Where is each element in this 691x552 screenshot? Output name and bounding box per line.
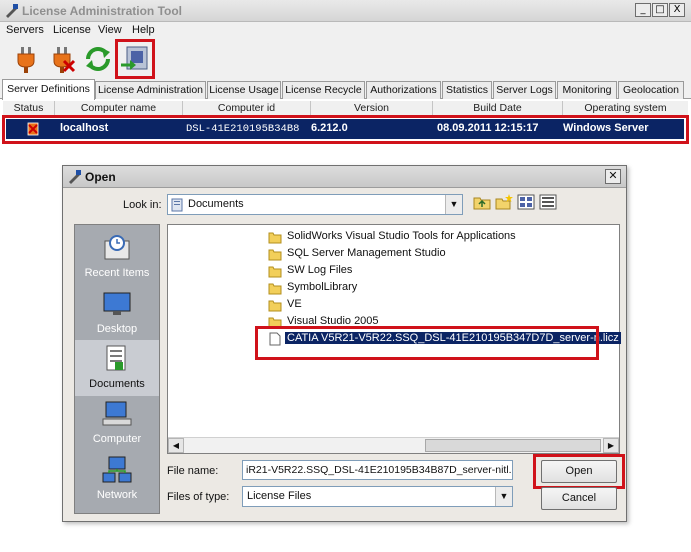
folder-icon <box>268 283 282 295</box>
cell-computer-id: DSL-41E210195B34B8 <box>186 123 300 135</box>
maximize-button[interactable]: □ <box>652 3 668 17</box>
app-icon <box>69 170 81 184</box>
network-icon <box>102 456 132 483</box>
minimize-button[interactable]: _ <box>635 3 651 17</box>
folder-icon <box>268 300 282 312</box>
place-label: Computer <box>92 433 142 445</box>
dialog-close-button[interactable]: ✕ <box>605 169 621 184</box>
tab-geolocation[interactable]: Geolocation <box>618 81 684 99</box>
menu-help[interactable]: Help <box>132 24 155 36</box>
horizontal-scrollbar[interactable]: ◀ ▶ <box>168 437 619 453</box>
column-status[interactable]: Status <box>3 101 55 117</box>
scroll-right-icon[interactable]: ▶ <box>603 438 619 453</box>
main-title-bar: License Administration Tool _ □ X <box>0 0 691 22</box>
open-dialog: Open ✕ Look in: Documents ▼ Recent Items… <box>62 165 627 522</box>
files-of-type-label: Files of type: <box>167 491 230 503</box>
file-name: SymbolLibrary <box>287 281 358 293</box>
column-computer-id[interactable]: Computer id <box>183 101 311 117</box>
view-menu-icon[interactable] <box>517 193 535 211</box>
plug-disconnect-icon[interactable] <box>46 43 78 75</box>
place-desktop[interactable]: Desktop <box>75 285 159 341</box>
menu-license[interactable]: License <box>53 24 91 36</box>
column-computer-name[interactable]: Computer name <box>55 101 183 117</box>
documents-folder-icon <box>171 198 183 212</box>
tab-strip: Server Definitions License Administratio… <box>0 79 691 100</box>
open-button[interactable]: Open <box>541 460 617 483</box>
column-version[interactable]: Version <box>311 101 433 117</box>
tab-license-usage[interactable]: License Usage <box>207 81 281 99</box>
up-folder-icon[interactable] <box>473 193 491 211</box>
folder-icon <box>268 317 282 329</box>
files-of-type-value: License Files <box>247 490 312 502</box>
menu-servers[interactable]: Servers <box>6 24 44 36</box>
close-button[interactable]: X <box>669 3 685 17</box>
app-title: License Administration Tool <box>22 4 183 18</box>
column-operating-system[interactable]: Operating system <box>563 101 688 117</box>
toolbar <box>0 39 691 79</box>
place-documents[interactable]: Documents <box>75 340 159 396</box>
folder-icon <box>268 232 282 244</box>
dialog-title: Open <box>85 170 116 184</box>
new-folder-icon[interactable] <box>495 193 513 211</box>
tab-statistics[interactable]: Statistics <box>442 81 492 99</box>
window-controls: _ □ X <box>635 3 685 17</box>
files-of-type-dropdown[interactable]: License Files ▼ <box>242 486 513 507</box>
look-in-value: Documents <box>188 198 244 210</box>
file-name: SW Log Files <box>287 264 353 276</box>
tab-license-administration[interactable]: License Administration <box>95 81 206 99</box>
app-icon <box>6 4 18 18</box>
desktop-icon <box>103 292 131 315</box>
file-name: VE <box>287 298 302 310</box>
tab-server-definitions[interactable]: Server Definitions <box>2 79 95 100</box>
tab-license-recycle[interactable]: License Recycle <box>282 81 365 99</box>
scroll-thumb[interactable] <box>425 439 601 452</box>
place-recent-items[interactable]: Recent Items <box>75 229 159 285</box>
cancel-button[interactable]: Cancel <box>541 487 617 510</box>
place-network[interactable]: Network <box>75 451 159 507</box>
place-label: Desktop <box>96 323 138 335</box>
server-status-icon <box>27 122 39 136</box>
place-label: Recent Items <box>84 267 150 279</box>
file-name-label: File name: <box>167 465 219 477</box>
file-name: SolidWorks Visual Studio Tools for Appli… <box>287 230 516 242</box>
places-bar: Recent Items Desktop Documents Computer … <box>74 224 160 514</box>
grid-header: Status Computer name Computer id Version… <box>3 101 688 117</box>
folder-icon <box>268 249 282 261</box>
cell-version: 6.212.0 <box>311 122 348 134</box>
file-name: Visual Studio 2005 <box>287 315 379 327</box>
file-name-field[interactable]: iR21-V5R22.SSQ_DSL-41E210195B34B87D_serv… <box>242 460 513 480</box>
menu-bar: Servers License View Help <box>0 22 691 39</box>
look-in-dropdown[interactable]: Documents ▼ <box>167 194 463 215</box>
place-label: Network <box>96 489 138 501</box>
chevron-down-icon[interactable]: ▼ <box>495 487 512 506</box>
place-computer[interactable]: Computer <box>75 395 159 451</box>
import-license-icon[interactable] <box>118 43 150 75</box>
documents-icon <box>106 345 126 371</box>
menu-view[interactable]: View <box>98 24 122 36</box>
look-in-label: Look in: <box>123 199 162 211</box>
file-icon <box>269 332 281 346</box>
tab-server-logs[interactable]: Server Logs <box>493 81 556 99</box>
scroll-left-icon[interactable]: ◀ <box>168 438 184 453</box>
tab-monitoring[interactable]: Monitoring <box>557 81 617 99</box>
computer-icon <box>102 401 132 426</box>
refresh-icon[interactable] <box>82 43 114 75</box>
chevron-down-icon[interactable]: ▼ <box>445 195 462 214</box>
place-label: Documents <box>89 378 145 390</box>
file-list: SolidWorks Visual Studio Tools for Appli… <box>167 224 621 454</box>
plug-connect-icon[interactable] <box>10 43 42 75</box>
details-view-icon[interactable] <box>539 193 557 211</box>
file-name: SQL Server Management Studio <box>287 247 446 259</box>
column-build-date[interactable]: Build Date <box>433 101 563 117</box>
cell-build-date: 08.09.2011 12:15:17 <box>437 122 539 134</box>
tab-authorizations[interactable]: Authorizations <box>366 81 441 99</box>
folder-icon <box>268 266 282 278</box>
table-row[interactable]: localhost DSL-41E210195B34B8 6.212.0 08.… <box>6 119 684 139</box>
cell-computer-name: localhost <box>60 122 109 134</box>
recent-items-icon <box>104 235 130 260</box>
cell-operating-system: Windows Server <box>563 122 649 134</box>
file-name: CATIA V5R21-V5R22.SSQ_DSL-41E210195B347D… <box>285 332 621 344</box>
dialog-title-bar: Open ✕ <box>63 166 626 188</box>
